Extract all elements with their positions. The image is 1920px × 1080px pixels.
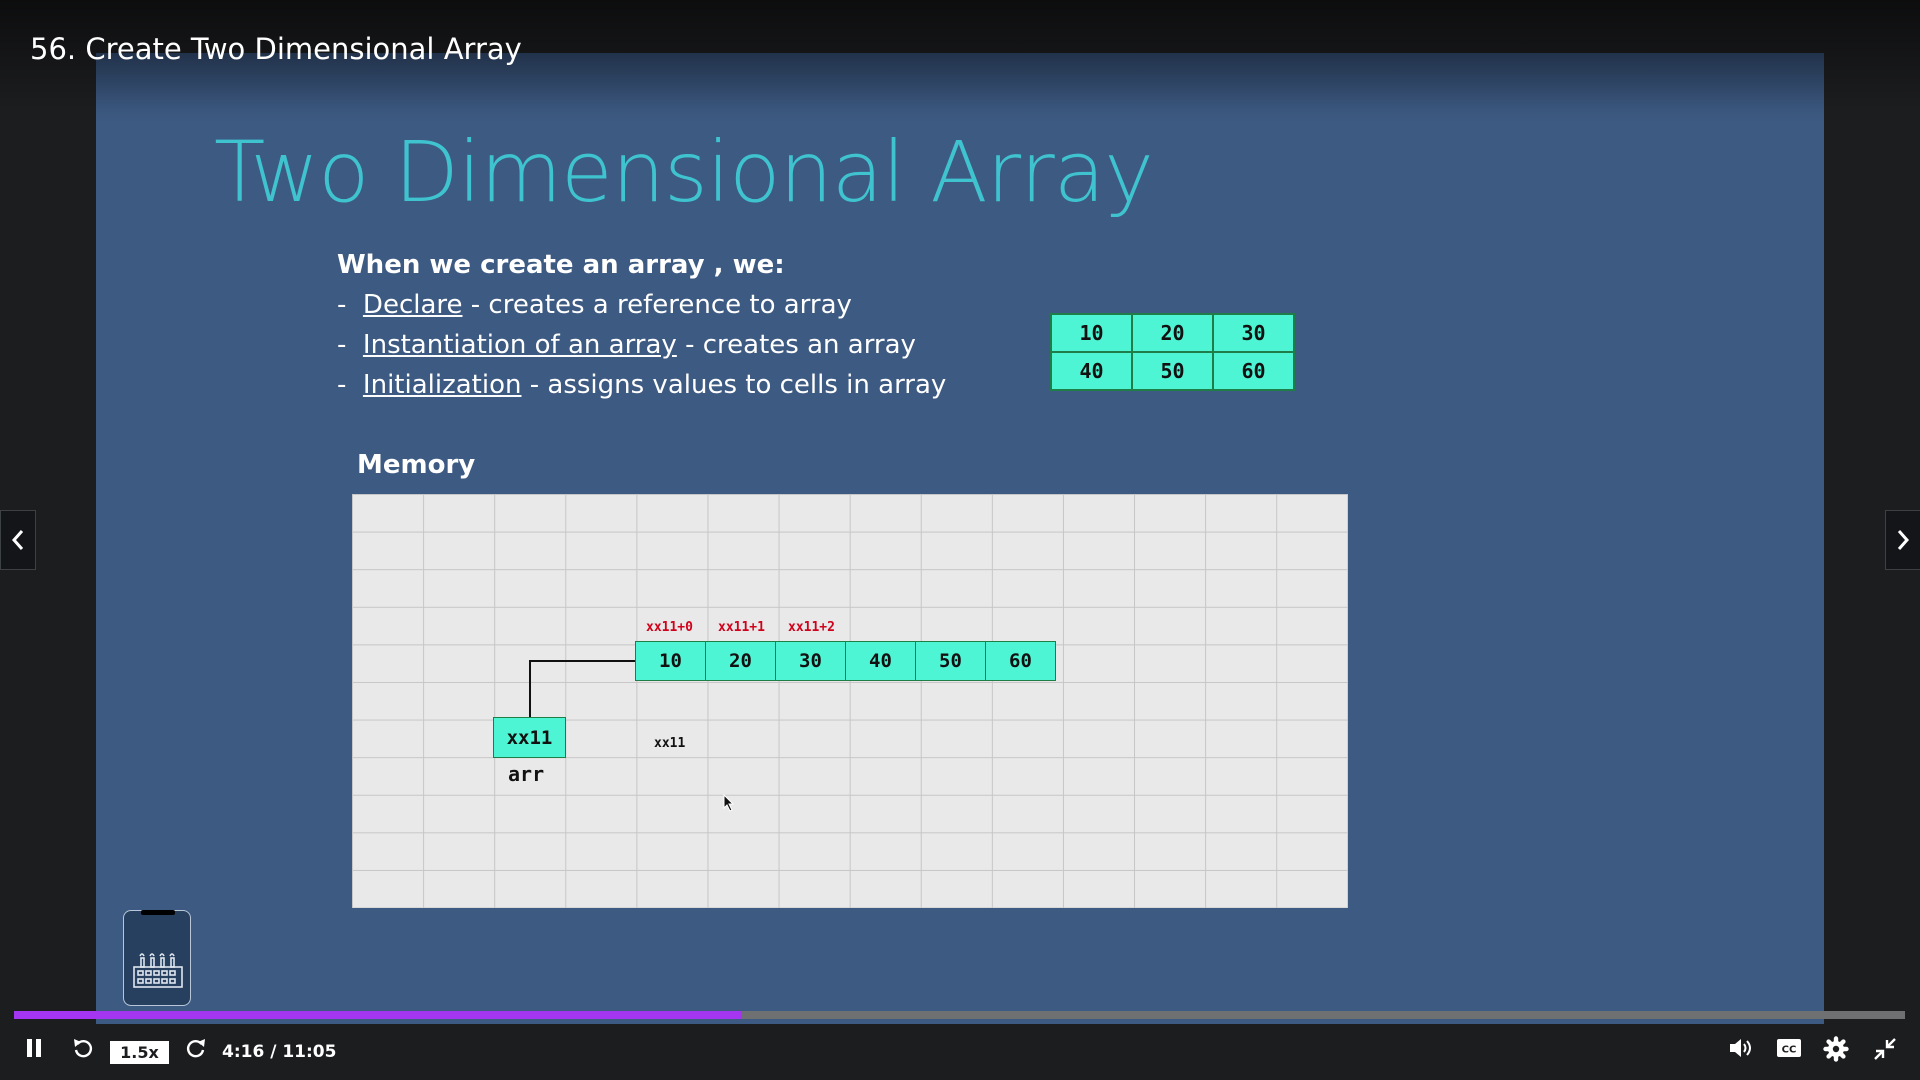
factory-icon <box>133 953 183 988</box>
memory-cell: 40 <box>845 641 916 681</box>
bullet-term: Instantiation of an array <box>362 330 677 360</box>
volume-button[interactable] <box>1728 1036 1756 1060</box>
address-label: xx11+0 <box>646 620 693 635</box>
table-cell: 60 <box>1212 351 1295 391</box>
bullet-term: Initialization <box>362 370 522 400</box>
exit-fullscreen-icon <box>1874 1038 1896 1060</box>
bullet-instantiation: - Instantiation of an array - creates an… <box>337 330 916 360</box>
previous-lecture-button[interactable] <box>0 510 36 570</box>
table-row: 10 20 30 <box>1050 313 1295 353</box>
table-cell: 20 <box>1131 313 1214 353</box>
bullet-text: - creates a reference to array <box>462 290 852 320</box>
video-player[interactable]: Two Dimensional Array When we create an … <box>0 0 1920 1080</box>
bullet-term: Declare <box>362 290 463 320</box>
address-label: xx11+1 <box>718 620 765 635</box>
table-cell: 50 <box>1131 351 1214 391</box>
captions-icon: CC <box>1777 1039 1801 1057</box>
mouse-cursor-icon <box>723 794 735 812</box>
intro-text: When we create an array , we: - Declare … <box>337 245 946 405</box>
time-display: 4:16 / 11:05 <box>222 1042 337 1062</box>
table-row: 40 50 60 <box>1050 351 1295 391</box>
playback-speed-button[interactable]: 1.5x <box>110 1041 169 1064</box>
bullet-initialization: - Initialization - assigns values to cel… <box>337 370 947 400</box>
bullet-text: - creates an array <box>676 330 916 360</box>
thumbnail-notch <box>141 910 175 915</box>
presenter-thumbnail <box>123 910 191 1006</box>
control-bar: 1.5x 4:16 / 11:05 CC <box>0 1024 1920 1080</box>
bullet-declare: - Declare - creates a reference to array <box>337 290 852 320</box>
rewind-icon <box>74 1039 93 1058</box>
rewind-button[interactable] <box>71 1036 95 1060</box>
memory-array: 10 20 30 40 50 60 <box>635 641 1056 681</box>
table-cell: 30 <box>1212 313 1295 353</box>
chevron-right-icon <box>1897 530 1910 550</box>
intro-heading: When we create an array , we: <box>337 250 785 280</box>
address-label: xx11+2 <box>788 620 835 635</box>
forward-icon <box>186 1039 205 1058</box>
memory-label: Memory <box>357 450 476 480</box>
settings-button[interactable] <box>1823 1036 1849 1062</box>
reference-arrow <box>529 656 645 717</box>
forward-button[interactable] <box>184 1036 208 1060</box>
pause-button[interactable] <box>24 1036 44 1060</box>
progress-bar[interactable] <box>14 1011 1905 1019</box>
exit-fullscreen-button[interactable] <box>1872 1036 1898 1062</box>
reference-name: arr <box>508 762 545 786</box>
next-lecture-button[interactable] <box>1885 510 1920 570</box>
svg-text:CC: CC <box>1782 1045 1797 1056</box>
memory-cell: 50 <box>915 641 986 681</box>
gear-icon <box>1823 1036 1849 1062</box>
memory-cell: 10 <box>635 641 706 681</box>
table-cell: 10 <box>1050 313 1133 353</box>
table-cell: 40 <box>1050 351 1133 391</box>
video-title: 56. Create Two Dimensional Array <box>30 32 522 66</box>
captions-button[interactable]: CC <box>1776 1036 1802 1060</box>
volume-icon <box>1730 1039 1751 1057</box>
bullet-text: - assigns values to cells in array <box>521 370 947 400</box>
chevron-left-icon <box>11 530 24 550</box>
memory-cell: 20 <box>705 641 776 681</box>
reference-cell: xx11 <box>493 717 566 758</box>
base-address-label: xx11 <box>654 736 686 751</box>
progress-fill <box>14 1011 743 1019</box>
slide: Two Dimensional Array When we create an … <box>96 53 1824 1025</box>
array-2d-table: 10 20 30 40 50 60 <box>1050 313 1295 391</box>
pause-icon <box>27 1039 41 1057</box>
slide-title: Two Dimensional Array <box>214 123 1154 221</box>
memory-cell: 30 <box>775 641 846 681</box>
memory-grid: xx11+0 xx11+1 xx11+2 10 20 30 40 50 60 x… <box>352 494 1348 908</box>
memory-cell: 60 <box>985 641 1056 681</box>
